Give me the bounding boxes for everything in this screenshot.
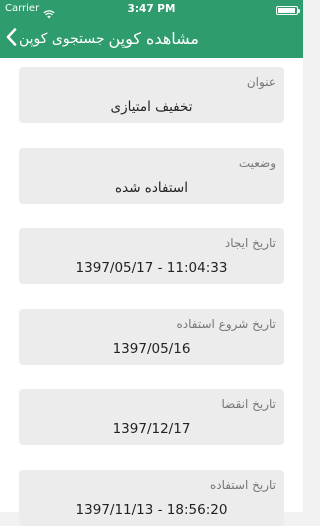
field-value: 1397/05/16 [112, 341, 191, 357]
back-label: جستجوی کوپن [19, 31, 105, 47]
field-expiry-date: تاریخ انقضا 1397/12/17 [19, 389, 284, 445]
page-title: مشاهده کوپن [108, 29, 199, 48]
field-label: تاریخ استفاده [209, 478, 276, 492]
back-button[interactable]: جستجوی کوپن [6, 27, 105, 51]
field-status: وضعیت استفاده شده [19, 148, 284, 204]
field-value: 1397/12/17 [112, 421, 191, 437]
field-value: تخفیف امتیازی [110, 99, 193, 115]
clock: 3:47 PM [127, 3, 176, 15]
field-label: تاریخ انقضا [221, 397, 277, 411]
battery-icon [276, 6, 300, 15]
field-created-date: تاریخ ایجاد 1397/05/17 - 11:04:33 [19, 228, 284, 284]
field-title: عنوان تخفیف امتیازی [19, 67, 284, 123]
field-label: تاریخ شروع استفاده [176, 317, 276, 331]
status-bar: Carrier 3:47 PM [0, 0, 303, 20]
field-label: تاریخ ایجاد [224, 236, 276, 250]
coupon-details: عنوان تخفیف امتیازی وضعیت استفاده شده تا… [0, 58, 303, 526]
field-value: استفاده شده [115, 180, 188, 196]
field-start-date: تاریخ شروع استفاده 1397/05/16 [19, 309, 284, 365]
top-bar: Carrier 3:47 PM جستجوی کوپن مشاهده کوپن [0, 0, 303, 58]
field-label: عنوان [246, 75, 276, 89]
field-used-date: تاریخ استفاده 1397/11/13 - 18:56:20 [19, 470, 284, 526]
navigation-bar: جستجوی کوپن مشاهده کوپن [0, 20, 303, 58]
chevron-left-icon [6, 28, 17, 50]
field-label: وضعیت [238, 156, 276, 170]
field-value: 1397/05/17 - 11:04:33 [75, 260, 228, 276]
field-value: 1397/11/13 - 18:56:20 [75, 502, 228, 518]
